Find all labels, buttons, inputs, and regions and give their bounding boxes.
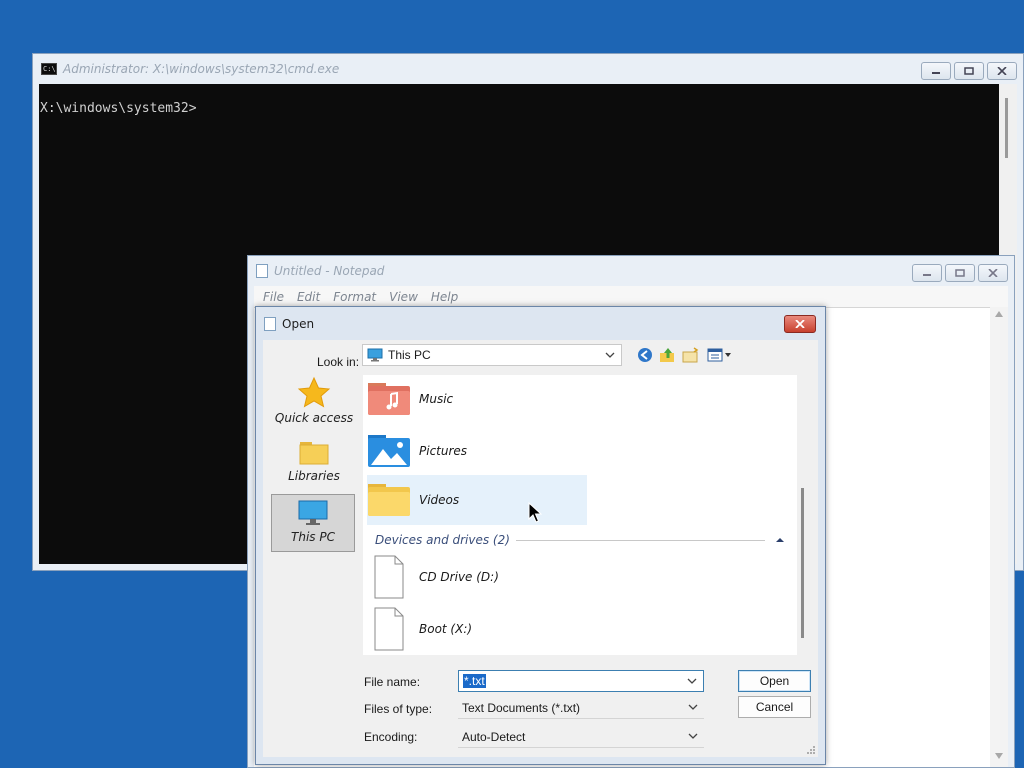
file-name: Music xyxy=(419,392,454,406)
file-name-label: File name: xyxy=(364,675,421,689)
files-of-type-dropdown[interactable]: Text Documents (*.txt) xyxy=(458,697,704,719)
cmd-minimize-button[interactable] xyxy=(921,62,951,80)
open-button[interactable]: Open xyxy=(738,670,811,692)
monitor-icon xyxy=(298,500,328,525)
file-name: Pictures xyxy=(419,444,468,458)
new-folder-button[interactable] xyxy=(682,346,700,364)
notepad-menubar: File Edit Format View Help xyxy=(254,286,1008,307)
place-quick-access[interactable]: Quick access xyxy=(272,376,356,434)
list-item-cd-drive[interactable]: CD Drive (D:) xyxy=(367,553,499,601)
new-folder-icon xyxy=(682,347,699,363)
files-of-type-value: Text Documents (*.txt) xyxy=(462,700,581,715)
file-icon xyxy=(374,607,404,651)
encoding-label: Encoding: xyxy=(364,730,418,744)
place-libraries[interactable]: Libraries xyxy=(272,438,356,496)
minimize-icon xyxy=(932,72,940,74)
group-divider xyxy=(515,539,765,541)
cmd-titlebar[interactable]: C:\ Administrator: X:\windows\system32\c… xyxy=(33,54,1023,84)
notepad-maximize-button[interactable] xyxy=(945,264,975,282)
list-item-boot-drive[interactable]: Boot (X:) xyxy=(367,605,472,653)
notepad-scrollbar[interactable] xyxy=(990,307,1008,767)
menu-help[interactable]: Help xyxy=(431,290,458,304)
place-label: Quick access xyxy=(274,411,354,425)
close-icon xyxy=(997,67,1007,75)
back-icon xyxy=(638,348,652,362)
menu-format[interactable]: Format xyxy=(333,290,376,304)
mouse-cursor-icon xyxy=(528,502,542,523)
menu-file[interactable]: File xyxy=(263,290,284,304)
folder-icon xyxy=(368,484,410,516)
file-list-scroll-thumb[interactable] xyxy=(801,488,804,638)
chevron-down-icon xyxy=(688,704,698,710)
list-item-videos[interactable]: Videos xyxy=(367,475,587,525)
file-name: CD Drive (D:) xyxy=(419,570,499,584)
libraries-folder-icon xyxy=(299,442,329,465)
music-folder-icon xyxy=(368,383,410,415)
look-in-dropdown[interactable]: This PC xyxy=(362,344,622,366)
place-this-pc[interactable]: This PC xyxy=(271,494,355,552)
chevron-down-icon xyxy=(687,678,697,684)
scroll-up-arrow-icon[interactable] xyxy=(995,311,1003,317)
files-of-type-label: Files of type: xyxy=(364,702,433,716)
group-header-devices[interactable]: Devices and drives (2) xyxy=(375,531,785,549)
chevron-down-icon xyxy=(605,352,615,358)
menu-edit[interactable]: Edit xyxy=(297,290,320,304)
up-folder-button[interactable] xyxy=(659,346,677,364)
close-icon xyxy=(795,320,805,328)
group-header-text: Devices and drives (2) xyxy=(375,533,510,547)
up-folder-icon xyxy=(660,348,674,362)
scroll-down-arrow-icon[interactable] xyxy=(995,753,1003,759)
back-button[interactable] xyxy=(636,346,654,364)
pictures-folder-icon xyxy=(368,435,410,467)
notepad-title: Untitled - Notepad xyxy=(274,264,385,278)
dialog-titlebar[interactable]: Open xyxy=(256,307,825,341)
chevron-down-icon xyxy=(688,733,698,739)
notepad-icon xyxy=(256,264,268,278)
notepad-titlebar[interactable]: Untitled - Notepad xyxy=(248,256,1014,286)
maximize-icon xyxy=(955,269,965,277)
notepad-close-button[interactable] xyxy=(978,264,1008,282)
cmd-title: Administrator: X:\windows\system32\cmd.e… xyxy=(63,62,340,76)
dialog-client: Look in: This PC Quick access Libraries xyxy=(263,340,818,757)
notepad-minimize-button[interactable] xyxy=(912,264,942,282)
dialog-close-button[interactable] xyxy=(784,315,816,333)
cmd-scroll-thumb[interactable] xyxy=(1005,98,1008,158)
star-icon xyxy=(297,376,331,408)
resize-grip-icon[interactable] xyxy=(806,745,816,755)
place-label: Libraries xyxy=(288,469,340,483)
cmd-maximize-button[interactable] xyxy=(954,62,984,80)
place-label: This PC xyxy=(291,530,335,544)
cmd-close-button[interactable] xyxy=(987,62,1017,80)
look-in-label: Look in: xyxy=(317,355,360,369)
dialog-icon xyxy=(264,317,276,331)
view-menu-icon xyxy=(707,348,731,362)
file-icon xyxy=(374,555,404,599)
file-list[interactable]: Music Pictures Videos Devices and drives… xyxy=(363,375,797,655)
list-item-pictures[interactable]: Pictures xyxy=(367,427,467,475)
view-menu-button[interactable] xyxy=(706,346,734,364)
cmd-icon: C:\ xyxy=(41,63,57,75)
file-name-input[interactable]: *.txt xyxy=(458,670,704,692)
monitor-icon xyxy=(367,348,383,362)
menu-view[interactable]: View xyxy=(389,290,418,304)
encoding-value: Auto-Detect xyxy=(462,729,526,744)
file-name-value: *.txt xyxy=(463,674,486,688)
file-name: Boot (X:) xyxy=(419,622,473,636)
minimize-icon xyxy=(923,274,931,276)
look-in-value: This PC xyxy=(388,348,431,362)
dialog-title: Open xyxy=(282,317,315,331)
cancel-button[interactable]: Cancel xyxy=(738,696,811,718)
console-prompt: X:\windows\system32> xyxy=(40,101,197,116)
maximize-icon xyxy=(964,67,974,75)
open-dialog[interactable]: Open Look in: This PC Quick access Libra… xyxy=(255,306,826,765)
file-name: Videos xyxy=(419,493,460,507)
list-item-music[interactable]: Music xyxy=(367,375,453,423)
encoding-dropdown[interactable]: Auto-Detect xyxy=(458,726,704,748)
close-icon xyxy=(988,269,998,277)
chevron-up-icon xyxy=(776,538,784,542)
